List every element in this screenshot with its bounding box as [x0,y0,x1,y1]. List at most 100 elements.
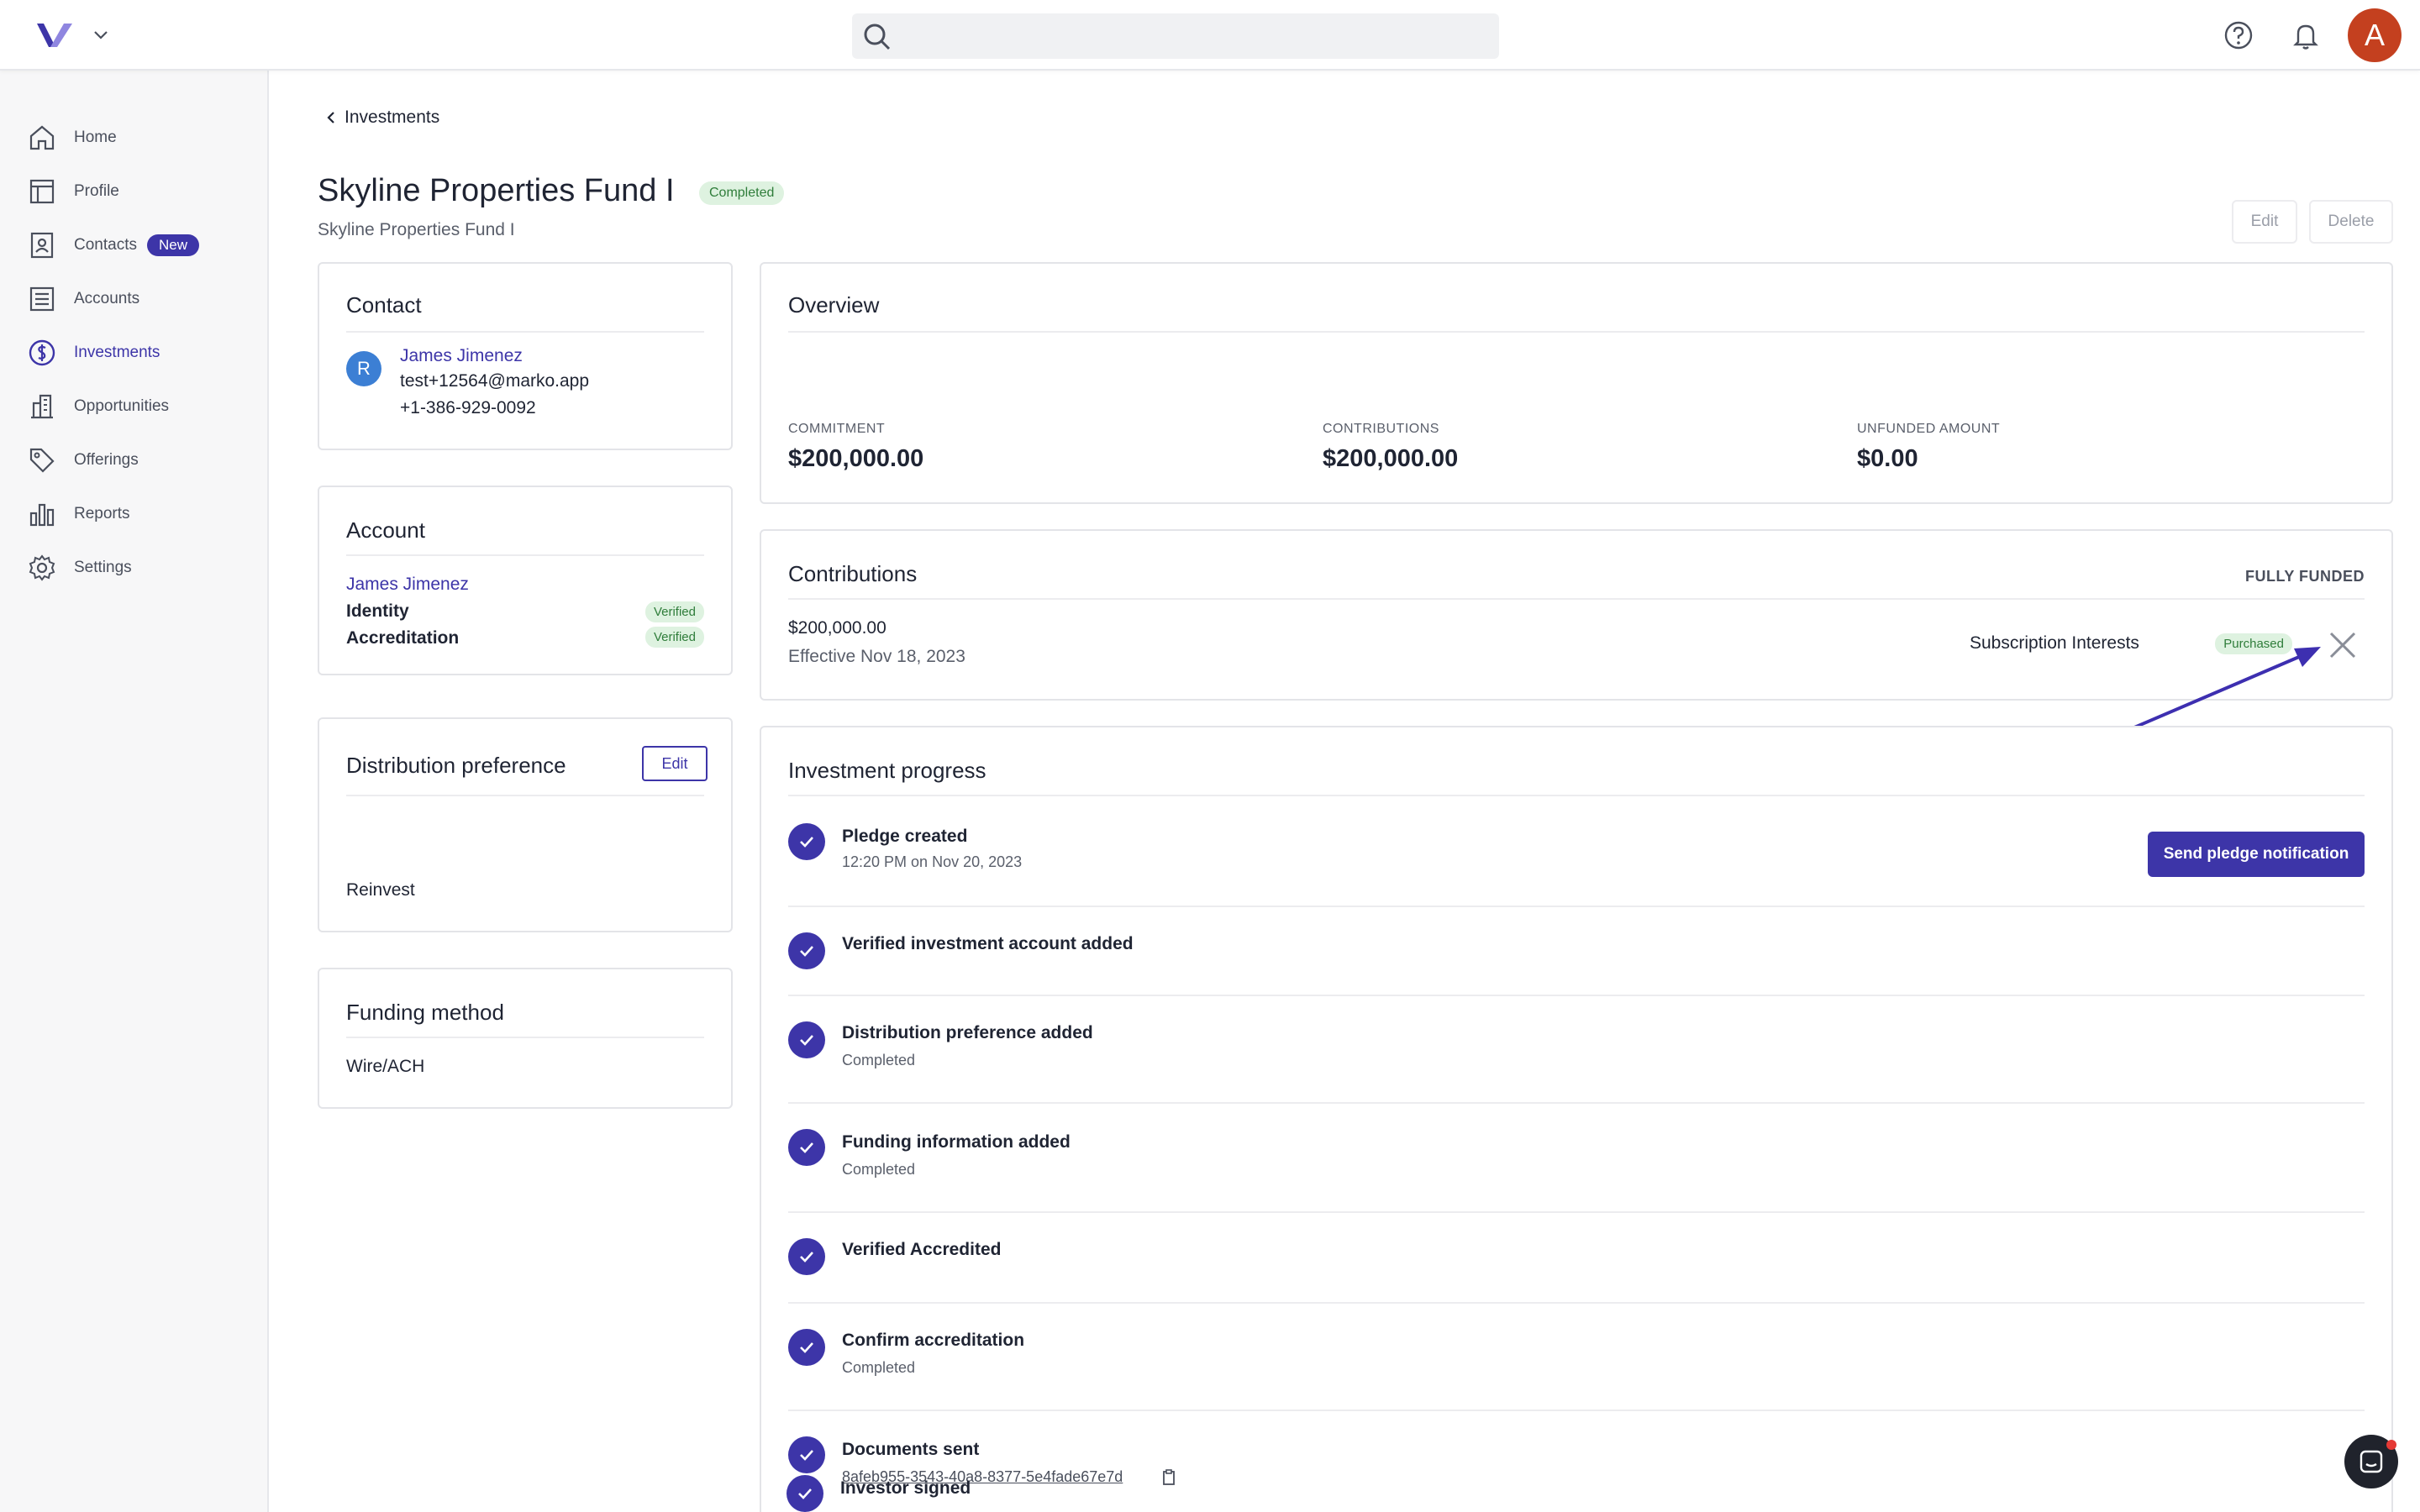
commitment-value: $200,000.00 [788,445,924,472]
sidebar-item-label: Reports [74,505,130,522]
contributions-label: CONTRIBUTIONS [1323,422,1439,436]
sidebar: Home Profile Contacts New Accounts Inves… [0,71,269,1512]
sidebar-item-settings[interactable]: Settings [27,546,254,590]
page-subtitle: Skyline Properties Fund I [318,220,515,239]
sidebar-item-contacts[interactable]: Contacts New [27,223,254,267]
step-check-icon [788,1238,825,1275]
step-check-icon [788,823,825,860]
funding-method-card: Funding method Wire/ACH [318,968,733,1109]
sidebar-item-label: Contacts [74,236,137,254]
notification-dot [2386,1440,2396,1450]
contact-phone: +1-386-929-0092 [400,398,536,417]
contact-avatar: R [346,351,381,386]
delete-button[interactable]: Delete [2309,200,2393,244]
edit-button[interactable]: Edit [2232,200,2297,244]
gear-icon [29,554,55,581]
step-title: Funding information added [842,1132,1071,1152]
chat-icon [2360,1450,2383,1473]
step-check-icon [788,1129,825,1166]
breadcrumb[interactable]: Investments [323,108,439,128]
account-name-link[interactable]: James Jimenez [346,575,469,595]
sidebar-item-opportunities[interactable]: Opportunities [27,385,254,428]
contribution-amount: $200,000.00 [788,618,886,638]
funding-value: Wire/ACH [346,1057,425,1076]
search-input[interactable] [852,13,1499,59]
overview-card-title: Overview [788,292,880,318]
distribution-card-title: Distribution preference [346,753,566,778]
contact-book-icon [30,232,54,259]
sidebar-item-label: Settings [74,559,132,576]
list-icon [29,286,55,312]
brand-logo-icon[interactable] [35,18,79,52]
sidebar-item-label: Offerings [74,451,139,469]
investment-progress-card: Investment progress Pledge created 12:20… [760,726,2393,1512]
step-title: Confirm accreditation [842,1331,1025,1350]
step-check-icon [788,1436,825,1473]
home-icon [29,125,55,150]
distribution-edit-button[interactable]: Edit [642,746,708,781]
tag-icon [29,448,55,473]
contributions-value: $200,000.00 [1323,445,1459,472]
breadcrumb-investments-link[interactable]: Investments [345,108,439,128]
search-icon [864,24,891,50]
progress-card-title: Investment progress [788,758,986,783]
overview-card: Overview COMMITMENT $200,000.00 CONTRIBU… [760,262,2393,504]
step-title: Distribution preference added [842,1023,1093,1042]
contact-email: test+12564@marko.app [400,371,590,391]
sidebar-item-label: Profile [74,182,119,200]
step-title: Documents sent [842,1440,980,1459]
dollar-icon [29,339,55,366]
sidebar-item-accounts[interactable]: Accounts [27,277,254,321]
sidebar-item-investments[interactable]: Investments [27,331,254,375]
unfunded-amount-label: UNFUNDED AMOUNT [1857,422,2001,436]
step-check-icon [788,932,825,969]
sidebar-item-offerings[interactable]: Offerings [27,438,254,482]
chevron-left-icon [327,112,334,123]
status-badge: Completed [699,181,785,205]
step-check-icon [788,1021,825,1058]
chevron-down-icon[interactable] [91,25,111,45]
new-badge: New [146,234,199,256]
copy-icon[interactable] [1160,1468,1178,1487]
sidebar-item-label: Investments [74,344,160,361]
bar-chart-icon [29,503,55,527]
layout-icon [29,179,55,204]
step-title: Investor signed [840,1478,971,1498]
contributions-card-title: Contributions [788,561,918,586]
sidebar-item-reports[interactable]: Reports [27,492,254,536]
main-content: Investments Skyline Properties Fund I Co… [269,71,2420,1512]
unfunded-amount-value: $0.00 [1857,445,1918,472]
step-check-icon [788,1329,825,1366]
funding-card-title: Funding method [346,1000,504,1025]
sidebar-item-label: Opportunities [74,397,170,415]
step-check-icon [786,1475,823,1512]
identity-label: Identity [346,601,409,621]
step-subtitle: Completed [842,1161,916,1178]
step-title: Verified investment account added [842,934,1134,953]
page-title: Skyline Properties Fund I [318,173,675,208]
account-card-title: Account [346,517,425,543]
step-subtitle: Completed [842,1359,916,1376]
distribution-value: Reinvest [346,880,415,900]
accreditation-label: Accreditation [346,628,460,648]
commitment-label: COMMITMENT [788,422,886,436]
sidebar-item-profile[interactable]: Profile [27,170,254,213]
accreditation-status-badge: Verified [644,627,704,648]
step-title: Verified Accredited [842,1240,1002,1259]
sidebar-item-home[interactable]: Home [27,116,254,160]
bell-icon[interactable] [2289,18,2323,52]
contact-card-title: Contact [346,292,422,318]
building-icon [31,394,53,419]
distribution-preference-card: Distribution preference Edit Reinvest [318,717,733,932]
contact-name-link[interactable]: James Jimenez [400,346,523,366]
help-icon[interactable] [2222,18,2255,52]
user-avatar[interactable]: A [2348,8,2402,62]
account-card: Account James Jimenez Identity Verified … [318,486,733,675]
sidebar-item-label: Home [74,129,117,146]
fully-funded-status: FULLY FUNDED [2244,568,2365,585]
send-pledge-notification-button[interactable]: Send pledge notification [2148,832,2365,877]
step-title: Pledge created [842,827,968,846]
identity-status-badge: Verified [644,601,704,622]
contact-card: Contact R James Jimenez test+12564@marko… [318,262,733,450]
contribution-effective-date: Effective Nov 18, 2023 [788,647,965,666]
